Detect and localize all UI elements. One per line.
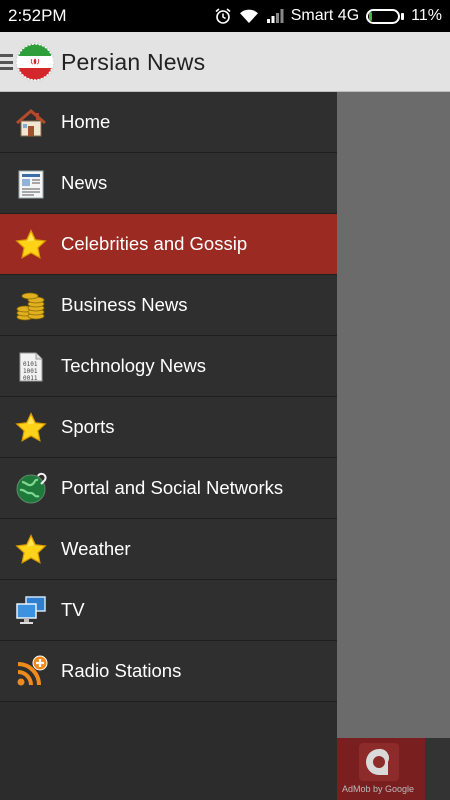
battery-icon [366,8,405,24]
signal-icon [266,8,284,24]
drawer-item-label: Home [61,111,111,132]
globe-icon [14,472,48,506]
rss-add-icon [14,655,48,689]
app-bar: Persian News [0,32,450,92]
battery-percent: 11% [411,7,442,24]
binary-document-icon: 0101 1001 0011 [14,350,48,384]
iran-flag-logo[interactable] [15,42,55,82]
drawer-item-label: Weather [61,538,131,559]
ad-banner-edge [425,738,450,800]
carrier-label: Smart 4G [290,7,360,24]
drawer-item-label: TV [61,599,85,620]
star-icon [14,228,48,262]
drawer-item-label: Portal and Social Networks [61,477,284,498]
svg-text:1001: 1001 [23,368,38,375]
drawer-item-home[interactable]: Home [0,92,337,153]
drawer-item-label: Celebrities and Gossip [61,233,248,254]
coins-icon [14,289,48,323]
drawer-item-business[interactable]: Business News [0,275,337,336]
ad-label: AdMob by Google [342,784,415,794]
drawer-item-weather[interactable]: Weather [0,519,337,580]
drawer-item-label: News [61,172,108,193]
drawer-item-label: Sports [61,416,115,437]
svg-text:0011: 0011 [23,375,38,382]
drawer-item-radio[interactable]: Radio Stations [0,641,337,702]
drawer-item-label: Technology News [61,355,206,376]
app-title: Persian News [61,49,206,75]
admob-icon [359,743,399,781]
monitors-icon [14,594,48,628]
drawer-item-celebrities[interactable]: Celebrities and Gossip [0,214,337,275]
ad-banner[interactable]: AdMob by Google [337,738,450,800]
drawer-item-label: Radio Stations [61,660,182,681]
drawer-item-label: Business News [61,294,188,315]
svg-text:0101: 0101 [23,361,38,368]
house-icon [14,106,48,140]
drawer-item-technology[interactable]: 0101 1001 0011 Technology News [0,336,337,397]
alarm-icon [214,7,232,25]
drawer-item-news[interactable]: News [0,153,337,214]
star-icon [14,533,48,567]
newspaper-icon [14,167,48,201]
hamburger-icon[interactable] [0,52,14,72]
drawer-item-tv[interactable]: TV [0,580,337,641]
drawer-item-portal[interactable]: Portal and Social Networks [0,458,337,519]
status-time: 2:52PM [8,6,67,25]
status-right-group: Smart 4G 11% [214,5,442,27]
nav-drawer: Home News Celebrities and Gossip Busines… [0,92,337,800]
star-icon [14,411,48,445]
dimmed-content-pane[interactable] [337,92,450,800]
status-bar: 2:52PM Smart 4G 11% [0,0,450,32]
wifi-icon [239,8,259,24]
drawer-item-sports[interactable]: Sports [0,397,337,458]
